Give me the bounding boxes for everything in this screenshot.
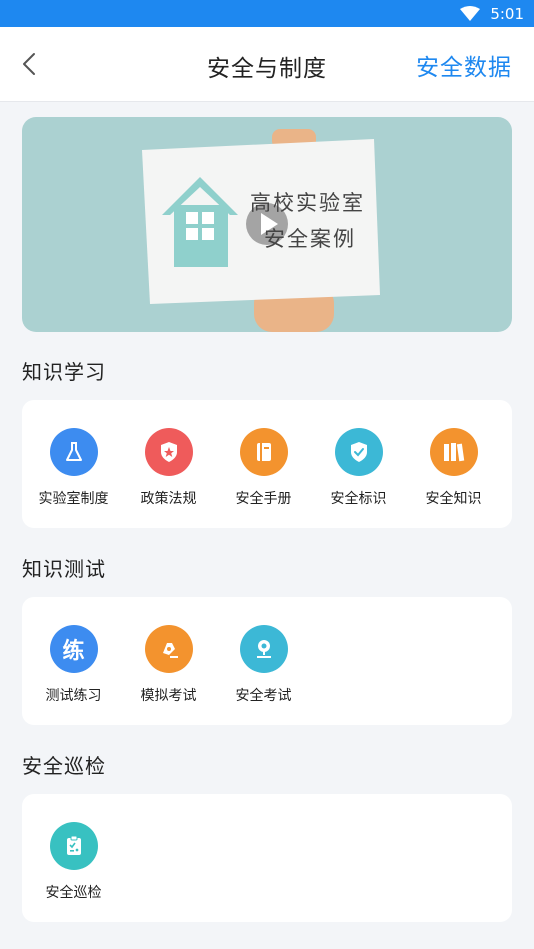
status-time: 5:01 bbox=[490, 4, 524, 23]
banner-line1: 高校实验室 bbox=[250, 191, 365, 215]
shield-check-icon bbox=[334, 428, 383, 476]
knowledge-card: 实验室制度 政策法规 安全手册 安全标识 安全知识 bbox=[22, 400, 512, 528]
status-bar: 5:01 bbox=[0, 0, 534, 27]
grid-item-label: 安全知识 bbox=[425, 491, 482, 507]
grid-item-knowledge[interactable]: 安全知识 bbox=[406, 428, 501, 508]
safety-data-link[interactable]: 安全数据 bbox=[416, 48, 512, 82]
clipboard-check-icon bbox=[49, 822, 98, 870]
grid-item-lab-rules[interactable]: 实验室制度 bbox=[26, 428, 121, 508]
pen-icon bbox=[144, 625, 193, 673]
section-title-test: 知识测试 bbox=[22, 557, 106, 581]
practice-glyph: 练 bbox=[62, 639, 85, 664]
grid-item-practice[interactable]: 练 测试练习 bbox=[26, 625, 121, 705]
grid-item-label: 模拟考试 bbox=[140, 688, 197, 704]
grid-item-label: 测试练习 bbox=[45, 688, 102, 704]
grid-item-label: 政策法规 bbox=[140, 491, 197, 507]
wifi-icon bbox=[460, 5, 481, 21]
nav-bar: 安全与制度 安全数据 bbox=[0, 27, 534, 102]
grid-item-label: 安全标识 bbox=[330, 491, 387, 507]
grid-item-signs[interactable]: 安全标识 bbox=[311, 428, 406, 508]
grid-item-mock-exam[interactable]: 模拟考试 bbox=[121, 625, 216, 705]
banner-video[interactable]: 高校实验室 安全案例 bbox=[22, 117, 512, 332]
grid-item-label: 安全手册 bbox=[235, 491, 292, 507]
test-card: 练 测试练习 模拟考试 安全考试 bbox=[22, 597, 512, 725]
flask-icon bbox=[49, 428, 98, 476]
shield-star-icon bbox=[144, 428, 193, 476]
grid-item-label: 实验室制度 bbox=[38, 491, 109, 507]
grid-item-label: 安全巡检 bbox=[45, 885, 102, 901]
practice-icon: 练 bbox=[49, 625, 98, 673]
inspection-card: 安全巡检 bbox=[22, 794, 512, 922]
book-icon bbox=[239, 428, 288, 476]
bookshelf-icon bbox=[429, 428, 478, 476]
banner-line2: 安全案例 bbox=[264, 227, 356, 251]
stamp-icon bbox=[239, 625, 288, 673]
section-title-knowledge: 知识学习 bbox=[22, 360, 106, 384]
section-title-inspection: 安全巡检 bbox=[22, 754, 106, 778]
grid-item-safety-exam[interactable]: 安全考试 bbox=[216, 625, 311, 705]
grid-item-manual[interactable]: 安全手册 bbox=[216, 428, 311, 508]
grid-item-label: 安全考试 bbox=[235, 688, 292, 704]
grid-item-inspection[interactable]: 安全巡检 bbox=[26, 822, 121, 902]
grid-item-policies[interactable]: 政策法规 bbox=[121, 428, 216, 508]
